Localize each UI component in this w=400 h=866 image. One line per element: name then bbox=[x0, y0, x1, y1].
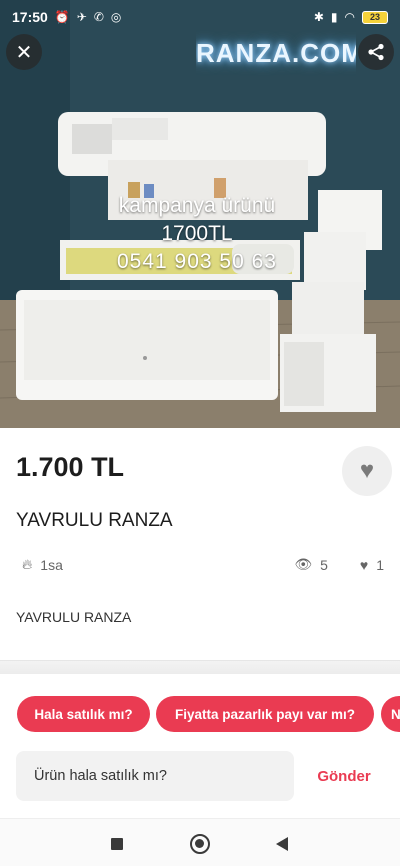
chip-negotiable[interactable]: Fiyatta pazarlık payı var mı? bbox=[156, 696, 374, 732]
quick-question-chips: Hala satılık mı? Fiyatta pazarlık payı v… bbox=[0, 696, 400, 736]
posted-ago: 1sa bbox=[40, 556, 63, 573]
flame-icon: 🔥︎ bbox=[22, 556, 33, 572]
listing-title: YAVRULU RANZA bbox=[16, 510, 173, 531]
share-icon bbox=[368, 43, 384, 61]
listing-description: YAVRULU RANZA bbox=[16, 609, 132, 625]
alarm-icon: ⏰ bbox=[54, 10, 70, 24]
message-input[interactable]: Ürün hala satılık mı? bbox=[16, 751, 294, 801]
chip-more[interactable]: N bbox=[381, 696, 400, 732]
status-bar: 17:50 ⏰ ✈ ✆ ◎ ✱ ▮ ◠ 23 bbox=[0, 0, 400, 34]
instagram-icon: ◎ bbox=[110, 10, 122, 24]
share-button[interactable] bbox=[358, 34, 394, 70]
listing-price: 1.700 TL bbox=[16, 452, 125, 482]
battery-icon: 23 bbox=[362, 10, 388, 24]
send-button[interactable]: Gönder bbox=[304, 751, 384, 801]
status-time: 17:50 bbox=[12, 9, 48, 25]
recent-apps-icon[interactable] bbox=[106, 833, 128, 855]
heart-small-icon: ♥ bbox=[359, 556, 369, 573]
whatsapp-icon: ✆ bbox=[93, 10, 104, 24]
section-divider bbox=[0, 660, 400, 674]
caption-campaign: kampanya ürünü bbox=[118, 194, 276, 217]
like-count: 1 bbox=[376, 556, 384, 573]
home-icon[interactable] bbox=[189, 833, 211, 855]
listing-meta: 🔥︎ 1sa 👁︎ 5 ♥ 1 bbox=[16, 556, 384, 574]
neon-sign: RANZA.COM bbox=[196, 37, 356, 68]
caption-phone: 0541 903 50 63 bbox=[117, 250, 277, 273]
close-icon: ✕ bbox=[15, 41, 33, 64]
chip-still-available[interactable]: Hala satılık mı? bbox=[17, 696, 150, 732]
system-nav-bar bbox=[0, 818, 400, 866]
wifi-icon: ◠ bbox=[344, 10, 355, 24]
close-button[interactable]: ✕ bbox=[6, 34, 42, 70]
bird-icon: ✈ bbox=[76, 10, 87, 24]
back-icon[interactable] bbox=[272, 833, 294, 855]
signal-icon: ▮ bbox=[330, 10, 338, 24]
view-count: 5 bbox=[320, 556, 328, 573]
favorite-button[interactable]: ♥ bbox=[342, 446, 392, 496]
heart-icon: ♥ bbox=[359, 457, 375, 484]
eye-icon: 👁︎ bbox=[294, 556, 313, 572]
caption-price: 1700TL bbox=[161, 222, 233, 245]
bluetooth-icon: ✱ bbox=[313, 10, 324, 24]
photo-caption: kampanya ürünü 1700TL 0541 903 50 63 bbox=[92, 192, 302, 276]
